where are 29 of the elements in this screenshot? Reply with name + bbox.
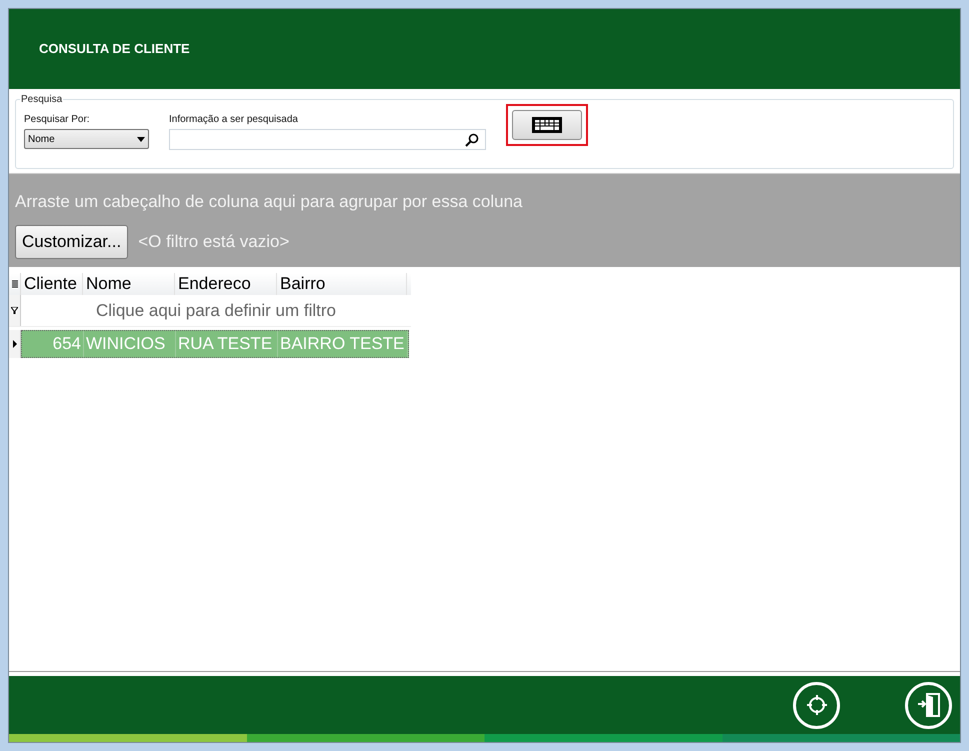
keyboard-button[interactable] xyxy=(512,110,582,140)
column-header[interactable]: Nome xyxy=(83,273,175,295)
field-label: Informação a ser pesquisada xyxy=(169,113,299,127)
search-icon xyxy=(465,132,479,146)
filter-icon xyxy=(11,307,18,314)
table-cell: WINICIOS xyxy=(84,331,176,357)
crosshair-icon xyxy=(804,693,828,717)
exit-button[interactable] xyxy=(905,682,952,728)
search-field[interactable] xyxy=(169,129,486,150)
customize-button[interactable]: Customizar... xyxy=(15,224,128,258)
row-pointer-icon xyxy=(12,340,16,348)
column-header[interactable]: Endereco xyxy=(175,273,277,295)
dropdown-arrow-icon xyxy=(137,136,145,142)
table-cell: 654 xyxy=(22,331,84,357)
filter-status: <O filtro está vazio> xyxy=(138,230,290,253)
column-header[interactable]: Bairro xyxy=(277,273,407,295)
table-cell: BAIRRO TESTE xyxy=(278,331,408,357)
locate-button[interactable] xyxy=(793,682,840,728)
group-legend: Pesquisa xyxy=(20,92,64,107)
filter-row[interactable]: Clique aqui para definir um filtro xyxy=(21,295,411,326)
search-by-dropdown[interactable]: Nome xyxy=(24,129,149,149)
field-label: Pesquisar Por: xyxy=(24,113,91,127)
group-hint: Arraste um cabeçalho de coluna aqui para agrupar por essa coluna xyxy=(15,191,524,213)
exit-door-icon xyxy=(916,692,942,718)
column-chooser-icon[interactable] xyxy=(12,280,18,288)
column-header[interactable]: Cliente xyxy=(21,273,83,295)
table-cell: RUA TESTE xyxy=(176,331,278,357)
window-title: CONSULTA DE CLIENTE xyxy=(39,40,190,58)
keyboard-icon xyxy=(532,117,562,133)
